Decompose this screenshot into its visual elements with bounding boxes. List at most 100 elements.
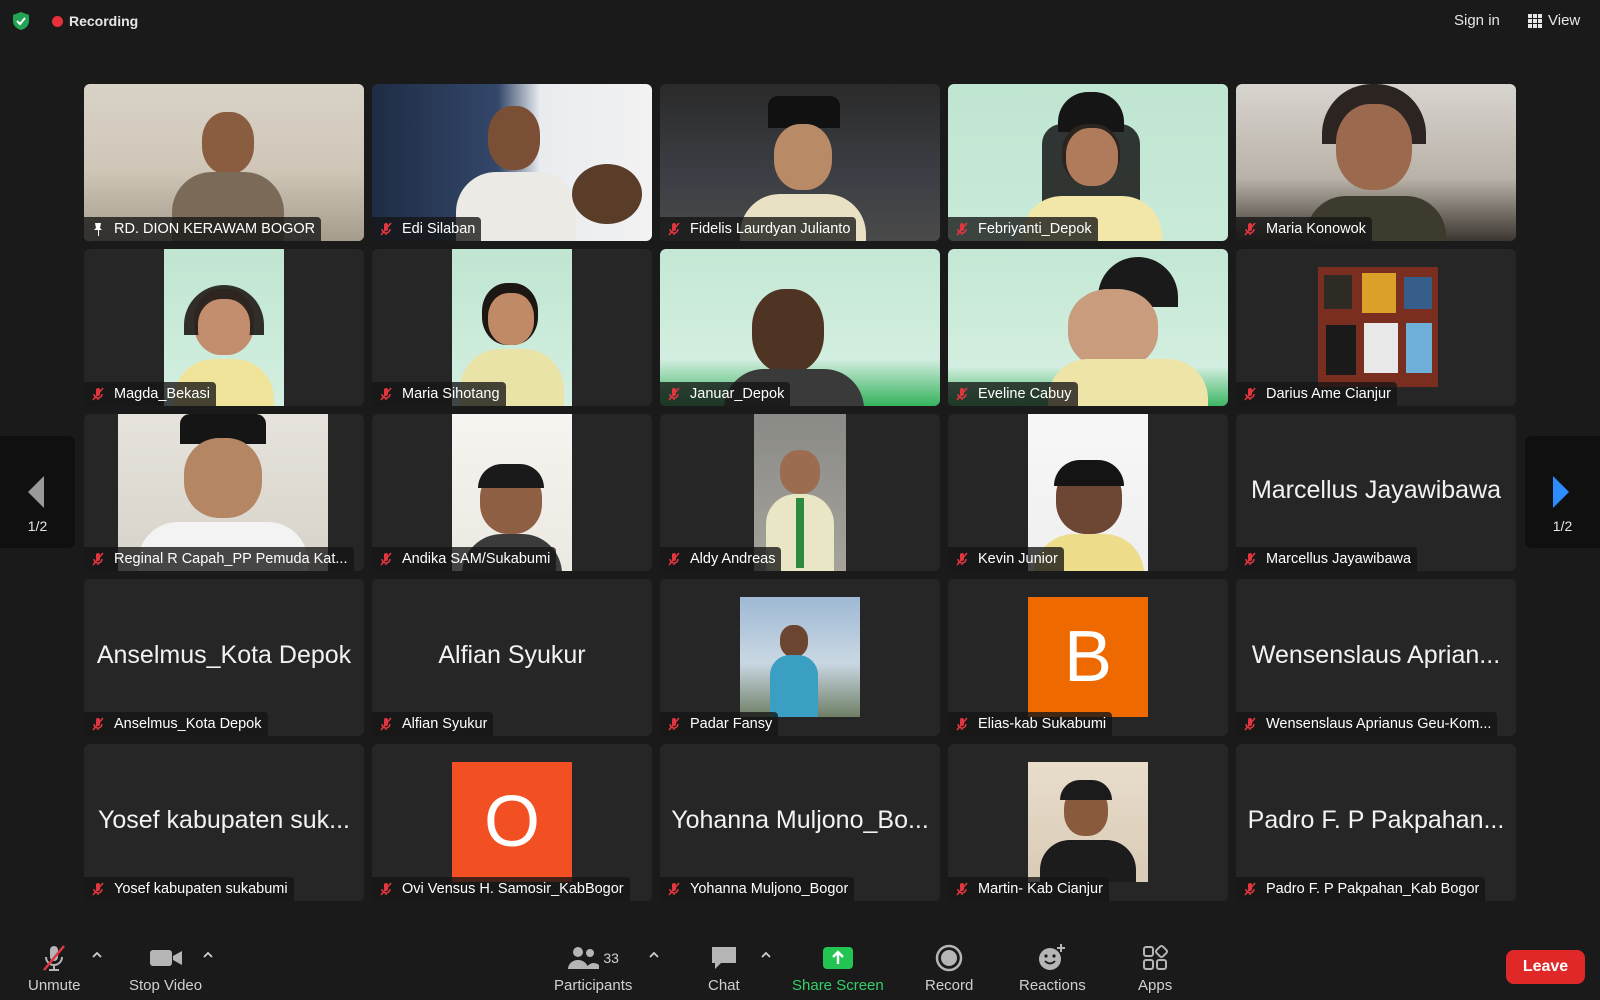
participant-name-label: Maria Sihotang: [372, 382, 506, 406]
arrow-left-icon: [28, 476, 44, 508]
muted-mic-icon: [956, 882, 968, 896]
participant-name-label: Ovi Vensus H. Samosir_KabBogor: [372, 877, 630, 901]
page-indicator: 1/2: [27, 518, 48, 534]
video-tile[interactable]: Eveline Cabuy: [948, 249, 1228, 406]
pin-icon: [94, 223, 102, 236]
video-tile[interactable]: B Elias-kab Sukabumi: [948, 579, 1228, 736]
video-tile[interactable]: Januar_Depok: [660, 249, 940, 406]
unmute-label: Unmute: [28, 977, 81, 994]
muted-mic-icon: [92, 717, 104, 731]
share-screen-button[interactable]: Share Screen: [792, 943, 884, 994]
participant-video: [1318, 267, 1438, 387]
recording-label: Recording: [69, 13, 139, 29]
smiley-reaction-icon: [1039, 944, 1066, 970]
participant-name-label: Yosef kabupaten sukabumi: [84, 877, 294, 901]
muted-mic-icon: [1244, 552, 1256, 566]
chevron-up-icon[interactable]: [91, 949, 103, 961]
participant-name-label: Eveline Cabuy: [948, 382, 1078, 406]
video-tile[interactable]: O Ovi Vensus H. Samosir_KabBogor: [372, 744, 652, 901]
video-tile[interactable]: RD. DION KERAWAM BOGOR: [84, 84, 364, 241]
muted-mic-icon: [380, 222, 392, 236]
participant-display-name: Wensenslaus Aprian...: [1251, 641, 1501, 669]
video-tile[interactable]: Reginal R Capah_PP Pemuda Kat...: [84, 414, 364, 571]
grid-view-icon: [1528, 13, 1542, 28]
video-tile[interactable]: Maria Sihotang: [372, 249, 652, 406]
muted-mic-icon: [92, 387, 104, 401]
chevron-up-icon[interactable]: [202, 949, 214, 961]
record-label: Record: [925, 977, 974, 994]
muted-microphone-icon: [43, 945, 66, 971]
video-tile[interactable]: Yosef kabupaten suk... Yosef kabupaten s…: [84, 744, 364, 901]
participant-display-name: Marcellus Jayawibawa: [1250, 476, 1502, 504]
chat-label: Chat: [708, 977, 740, 994]
participant-initial-avatar: B: [1028, 597, 1148, 717]
participant-name-label: Febriyanti_Depok: [948, 217, 1098, 241]
muted-mic-icon: [956, 387, 968, 401]
participant-profile-photo: [740, 597, 860, 717]
muted-mic-icon: [668, 717, 680, 731]
participant-name-label: Magda_Bekasi: [84, 382, 216, 406]
participants-button[interactable]: 33 Participants: [554, 943, 632, 994]
top-bar: Recording Sign in View: [0, 0, 1600, 42]
muted-mic-icon: [668, 222, 680, 236]
stop-video-button[interactable]: Stop Video: [129, 943, 202, 994]
video-tile[interactable]: Aldy Andreas: [660, 414, 940, 571]
video-tile[interactable]: Wensenslaus Aprian... Wensenslaus Aprian…: [1236, 579, 1516, 736]
muted-mic-icon: [1244, 717, 1256, 731]
chat-button[interactable]: Chat: [708, 943, 740, 994]
video-tile[interactable]: Darius Ame Cianjur: [1236, 249, 1516, 406]
sign-in-button[interactable]: Sign in: [1454, 12, 1500, 29]
participant-profile-photo: [1028, 762, 1148, 882]
record-button[interactable]: Record: [925, 943, 973, 994]
participant-count: 33: [603, 950, 619, 966]
video-tile[interactable]: Edi Silaban: [372, 84, 652, 241]
meeting-toolbar: Unmute Stop Video 33 Participants Chat S…: [0, 935, 1600, 1000]
video-camera-icon: [149, 950, 182, 966]
participant-name-label: Edi Silaban: [372, 217, 482, 241]
participant-display-name: Anselmus_Kota Depok: [96, 641, 352, 669]
unmute-button[interactable]: Unmute: [28, 943, 81, 994]
reactions-label: Reactions: [1019, 977, 1086, 994]
video-tile[interactable]: Padro F. P Pakpahan... Padro F. P Pakpah…: [1236, 744, 1516, 901]
participant-display-name: Yohanna Muljono_Bo...: [671, 806, 929, 834]
next-page-button[interactable]: 1/2: [1525, 436, 1600, 548]
video-tile[interactable]: Padar Fansy: [660, 579, 940, 736]
participants-icon: [568, 947, 600, 969]
video-tile[interactable]: Anselmus_Kota Depok Anselmus_Kota Depok: [84, 579, 364, 736]
muted-mic-icon: [668, 552, 680, 566]
muted-mic-icon: [956, 222, 968, 236]
participant-name-label: Anselmus_Kota Depok: [84, 712, 268, 736]
video-tile[interactable]: Martin- Kab Cianjur: [948, 744, 1228, 901]
participant-initial-avatar: O: [452, 762, 572, 882]
arrow-right-icon: [1553, 476, 1569, 508]
video-tile[interactable]: Febriyanti_Depok: [948, 84, 1228, 241]
video-tile[interactable]: Magda_Bekasi: [84, 249, 364, 406]
muted-mic-icon: [380, 717, 392, 731]
video-tile[interactable]: Fidelis Laurdyan Julianto: [660, 84, 940, 241]
video-tile[interactable]: Alfian Syukur Alfian Syukur: [372, 579, 652, 736]
video-tile[interactable]: Kevin Junior: [948, 414, 1228, 571]
security-shield-icon[interactable]: [11, 11, 31, 31]
view-button[interactable]: View: [1528, 12, 1580, 29]
muted-mic-icon: [92, 552, 104, 566]
participant-display-name: Yosef kabupaten suk...: [97, 806, 351, 834]
participant-display-name: Padro F. P Pakpahan...: [1247, 806, 1505, 834]
participant-name-label: Elias-kab Sukabumi: [948, 712, 1113, 736]
participant-name-label: Aldy Andreas: [660, 547, 782, 571]
share-screen-label: Share Screen: [792, 977, 884, 994]
previous-page-button[interactable]: 1/2: [0, 436, 75, 548]
reactions-button[interactable]: Reactions: [1019, 943, 1086, 994]
video-tile[interactable]: Yohanna Muljono_Bo... Yohanna Muljono_Bo…: [660, 744, 940, 901]
chevron-up-icon[interactable]: [648, 949, 660, 961]
video-tile[interactable]: Maria Konowok: [1236, 84, 1516, 241]
leave-button[interactable]: Leave: [1506, 950, 1585, 984]
video-tile[interactable]: Marcellus Jayawibawa Marcellus Jayawibaw…: [1236, 414, 1516, 571]
muted-mic-icon: [668, 387, 680, 401]
chevron-up-icon[interactable]: [760, 949, 772, 961]
video-tile[interactable]: Andika SAM/Sukabumi: [372, 414, 652, 571]
apps-button[interactable]: Apps: [1138, 943, 1172, 994]
recording-indicator[interactable]: Recording: [52, 13, 138, 29]
participant-name-label: Reginal R Capah_PP Pemuda Kat...: [84, 547, 354, 571]
participant-name-label: Alfian Syukur: [372, 712, 494, 736]
muted-mic-icon: [380, 387, 392, 401]
